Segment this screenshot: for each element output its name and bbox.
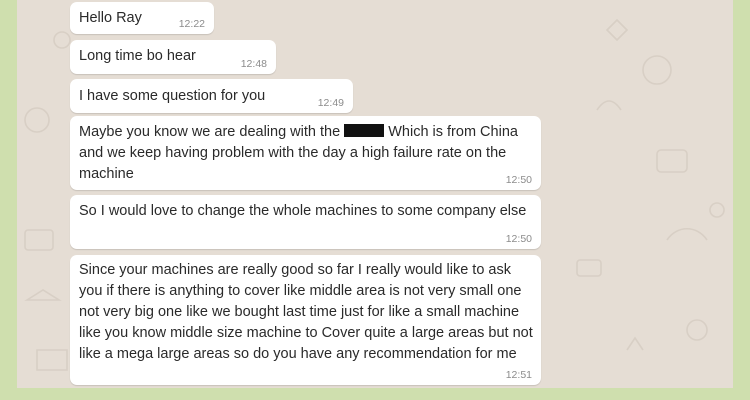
message-timestamp: 12:48 [240,58,267,70]
message-timestamp: 12:50 [505,174,532,186]
message-timestamp: 12:50 [505,233,532,245]
message-text: Long time bo hear [79,48,196,64]
message-bubble[interactable]: Hello Ray 12:22 [70,2,214,34]
message-timestamp: 12:22 [178,18,205,30]
message-timestamp: 12:51 [505,369,532,381]
message-text: Since your machines are really good so f… [79,262,533,362]
message-text: So I would love to change the whole mach… [79,203,527,219]
message-bubble[interactable]: Long time bo hear 12:48 [70,40,276,74]
message-text-before: Maybe you know we are dealing with the [79,124,341,140]
message-timestamp: 12:49 [317,97,344,109]
message-text: Hello Ray [79,10,142,26]
chat-panel[interactable]: Hello Ray 12:22 Long time bo hear 12:48 … [17,0,733,388]
message-bubble[interactable]: I have some question for you 12:49 [70,79,353,113]
redaction-bar [344,124,385,137]
message-text: I have some question for you [79,88,266,104]
message-bubble[interactable]: So I would love to change the whole mach… [70,195,541,249]
message-text: Maybe you know we are dealing with the W… [79,122,533,185]
message-bubble[interactable]: Since your machines are really good so f… [70,255,541,385]
message-bubble[interactable]: Maybe you know we are dealing with the W… [70,116,541,190]
